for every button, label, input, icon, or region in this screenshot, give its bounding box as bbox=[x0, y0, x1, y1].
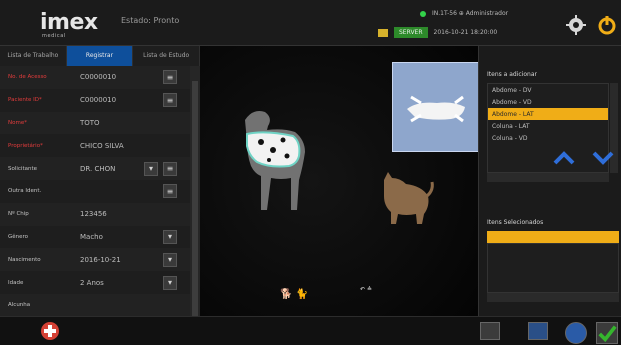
tab-studylist[interactable]: Lista de Estudo bbox=[133, 46, 201, 66]
gender-select[interactable]: Macho bbox=[80, 233, 103, 241]
owner-field[interactable]: CHICO SILVA bbox=[80, 142, 124, 150]
tab-register[interactable]: Registrar bbox=[66, 46, 134, 66]
age-field[interactable]: 2 Anos bbox=[80, 279, 104, 287]
list-horizontal-scrollbar[interactable] bbox=[487, 173, 609, 182]
form-row-chip: Nº Chip 123456 bbox=[0, 202, 190, 226]
gender-dropdown-button[interactable]: ▾ bbox=[163, 229, 177, 244]
form-row-gender: Gênero Macho ▾ bbox=[0, 226, 190, 249]
confirm-check-icon[interactable] bbox=[596, 322, 618, 344]
image-gallery-icon[interactable] bbox=[480, 322, 500, 340]
move-down-icon[interactable] bbox=[592, 150, 614, 166]
datetime: 2016-10-21 18:20:00 bbox=[433, 29, 498, 36]
tab-worklist[interactable]: Lista de Trabalho bbox=[0, 46, 67, 66]
online-dot-icon bbox=[420, 10, 426, 17]
selected-horizontal-scrollbar[interactable] bbox=[487, 293, 619, 302]
list-item[interactable]: Coluna - LAT bbox=[488, 120, 608, 132]
field-label-birth: Nascimento bbox=[8, 256, 41, 263]
selected-items-title: Itens Selecionados bbox=[487, 219, 544, 226]
gear-icon[interactable] bbox=[565, 14, 587, 36]
field-label-age: Idade bbox=[8, 279, 24, 286]
status-top-text: IN.1T-56 ⊕ Administrador bbox=[432, 10, 509, 17]
left-scroll-thumb[interactable] bbox=[192, 81, 198, 321]
selected-item-highlight[interactable] bbox=[487, 231, 619, 243]
field-label-other-id: Outra Ident. bbox=[8, 188, 42, 195]
age-unit-button[interactable]: ▾ bbox=[163, 275, 177, 290]
requester-field[interactable]: DR. CHON bbox=[80, 165, 115, 173]
move-up-icon[interactable] bbox=[553, 150, 575, 166]
accession-field[interactable]: C0000010 bbox=[80, 73, 116, 81]
items-to-add-title: Itens a adicionar bbox=[487, 71, 537, 78]
birthdate-picker-button[interactable]: ▾ bbox=[163, 252, 177, 267]
chip-field[interactable]: 123456 bbox=[80, 210, 107, 218]
form-row-accession: No. de Acesso C0000010 ≡ bbox=[0, 66, 190, 89]
cat-image[interactable] bbox=[372, 162, 437, 227]
patient-form: No. de Acesso C0000010 ≡ Paciente ID* C0… bbox=[0, 66, 190, 317]
form-row-requester: Solicitante DR. CHON ▾ ≡ bbox=[0, 157, 190, 180]
form-row-patient-id: Paciente ID* C0000010 ≡ bbox=[0, 89, 190, 112]
form-row-other-id: Outra Ident. ≡ bbox=[0, 180, 190, 203]
status-row-top: IN.1T-56 ⊕ Administrador bbox=[420, 10, 508, 17]
form-row-alias: Alcunha bbox=[0, 293, 190, 317]
header-bar: imex medical Estado: Pronto IN.1T-56 ⊕ A… bbox=[0, 0, 621, 46]
field-label-gender: Gênero bbox=[8, 233, 29, 240]
field-label-patient-id: Paciente ID* bbox=[8, 97, 42, 104]
study-status: Estado: Pronto bbox=[121, 16, 180, 25]
add-patient-icon[interactable] bbox=[40, 321, 60, 341]
list-item-selected[interactable]: Abdome - LAT bbox=[488, 108, 608, 120]
refresh-icon[interactable] bbox=[565, 322, 587, 344]
field-label-name: Nome* bbox=[8, 119, 27, 126]
canvas-species-icons[interactable]: 🐕 🐈 bbox=[280, 289, 308, 300]
power-icon[interactable] bbox=[596, 14, 618, 36]
patient-id-field[interactable]: C0000010 bbox=[80, 96, 116, 104]
folder-icon bbox=[378, 28, 388, 37]
name-field[interactable]: TOTO bbox=[80, 119, 100, 127]
requester-dropdown-button[interactable]: ▾ bbox=[144, 161, 158, 176]
list-item[interactable]: Abdome - VD bbox=[488, 96, 608, 108]
dog-anatomy-image[interactable] bbox=[225, 100, 315, 220]
acquire-image-icon[interactable] bbox=[528, 322, 548, 340]
requester-edit-button[interactable]: ≡ bbox=[163, 161, 177, 176]
field-label-alias: Alcunha bbox=[8, 302, 31, 309]
field-label-owner: Proprietário* bbox=[8, 142, 43, 149]
xray-thumbnail[interactable] bbox=[392, 62, 480, 152]
list-item[interactable]: Coluna - VD bbox=[488, 132, 608, 144]
patient-id-button[interactable]: ≡ bbox=[163, 93, 177, 108]
form-row-birth: Nascimento 2016-10-21 ▾ bbox=[0, 248, 190, 272]
status-row-bottom: SERVER 2016-10-21 18:20:00 bbox=[378, 27, 497, 38]
bottom-toolbar bbox=[0, 316, 621, 345]
logo-subtitle: medical bbox=[42, 33, 66, 39]
tab-bar: Lista de Trabalho Registrar Lista de Est… bbox=[0, 46, 201, 66]
left-panel: Lista de Trabalho Registrar Lista de Est… bbox=[0, 46, 201, 321]
form-row-owner: Proprietário* CHICO SILVA bbox=[0, 134, 190, 157]
canvas-footer-icons[interactable]: ↶ ≙ bbox=[360, 286, 372, 293]
birthdate-field[interactable]: 2016-10-21 bbox=[80, 256, 121, 264]
form-row-name: Nome* TOTO bbox=[0, 111, 190, 135]
items-to-add-list[interactable]: Abdome - DV Abdome - VD Abdome - LAT Col… bbox=[487, 83, 609, 173]
field-label-chip: Nº Chip bbox=[8, 211, 29, 218]
imex-logo: imex bbox=[40, 10, 98, 35]
other-id-button[interactable]: ≡ bbox=[163, 184, 177, 199]
field-label-accession: No. de Acesso bbox=[8, 74, 47, 81]
left-scrollbar[interactable] bbox=[190, 66, 200, 321]
field-label-requester: Solicitante bbox=[8, 165, 38, 172]
list-item[interactable]: Abdome - DV bbox=[488, 84, 608, 96]
selected-items-list[interactable] bbox=[487, 243, 619, 293]
form-row-age: Idade 2 Anos ▾ bbox=[0, 271, 190, 294]
accession-button[interactable]: ≡ bbox=[163, 70, 177, 85]
right-panel: Itens a adicionar Abdome - DV Abdome - V… bbox=[478, 46, 621, 316]
server-chip: SERVER bbox=[394, 27, 428, 38]
